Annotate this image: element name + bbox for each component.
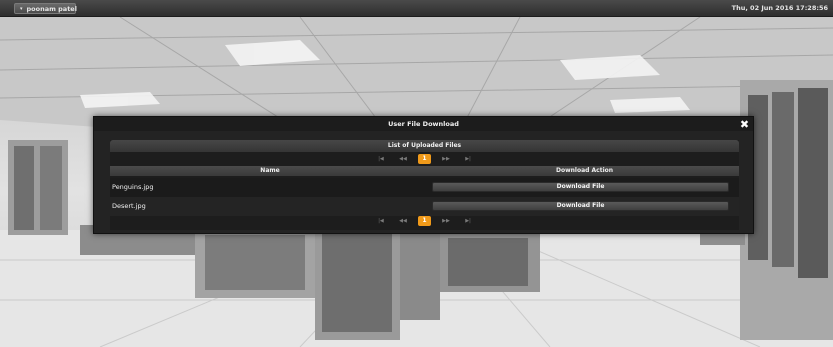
prev-page-icon[interactable]: ◀◀ <box>396 155 410 163</box>
user-file-download-dialog: User File Download ✖ List of Uploaded Fi… <box>93 116 754 234</box>
column-header-download-action: Download Action <box>555 167 614 174</box>
current-page-button[interactable]: 1 <box>418 154 431 164</box>
first-page-icon[interactable]: |◀ <box>374 155 388 163</box>
table-row: Penguins.jpg Download File <box>110 178 739 197</box>
current-page-button[interactable]: 1 <box>418 216 431 226</box>
next-page-icon[interactable]: ▶▶ <box>439 155 453 163</box>
next-page-icon[interactable]: ▶▶ <box>439 217 453 225</box>
prev-page-icon[interactable]: ◀◀ <box>396 217 410 225</box>
uploaded-files-panel: List of Uploaded Files |◀ ◀◀ 1 ▶▶ ▶| Nam… <box>110 140 739 230</box>
last-page-icon[interactable]: ▶| <box>461 155 475 163</box>
column-header-name[interactable]: Name <box>110 166 430 176</box>
dialog-title: User File Download <box>94 117 753 131</box>
user-name-label: poonam patel <box>26 4 77 13</box>
file-name: Desert.jpg <box>112 202 146 210</box>
pager-bottom: |◀ ◀◀ 1 ▶▶ ▶| <box>110 216 739 226</box>
top-bar: ▾ poonam patel Thu, 02 Jun 2016 17:28:56 <box>0 0 833 17</box>
pager-top: |◀ ◀◀ 1 ▶▶ ▶| <box>110 154 739 164</box>
close-icon[interactable]: ✖ <box>739 119 750 130</box>
last-page-icon[interactable]: ▶| <box>461 217 475 225</box>
first-page-icon[interactable]: |◀ <box>374 217 388 225</box>
file-name: Penguins.jpg <box>112 183 154 191</box>
table-header: Name Download Action <box>110 166 739 176</box>
table-row: Desert.jpg Download File <box>110 197 739 216</box>
panel-title: List of Uploaded Files <box>110 140 739 152</box>
download-file-button[interactable]: Download File <box>432 201 729 211</box>
user-menu-button[interactable]: ▾ poonam patel <box>14 3 77 14</box>
download-file-button[interactable]: Download File <box>432 182 729 192</box>
chevron-down-icon: ▾ <box>20 5 23 12</box>
datetime-label: Thu, 02 Jun 2016 17:28:56 <box>731 4 828 12</box>
